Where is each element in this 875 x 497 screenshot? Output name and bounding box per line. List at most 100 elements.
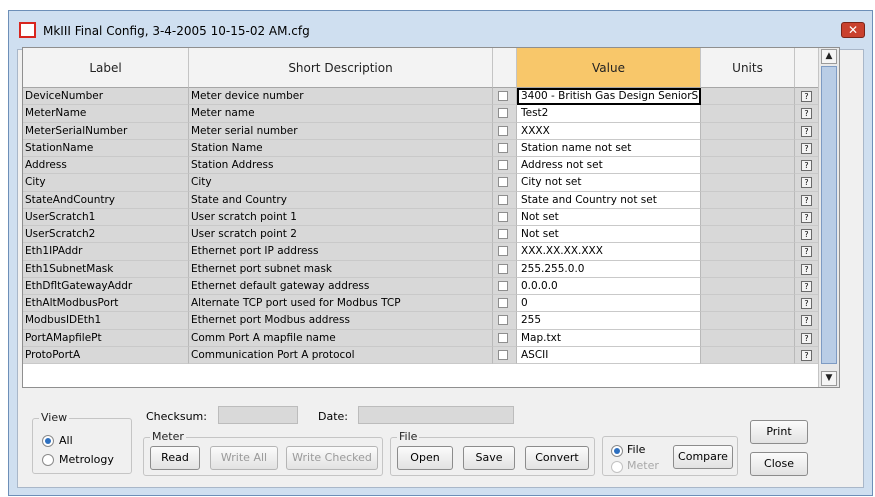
table-row[interactable]: DeviceNumber Meter device number 3400 - Br… [23,88,819,106]
row-value[interactable]: Station name not set [517,139,701,157]
help-icon[interactable]: ? [801,315,812,327]
row-checkbox-cell [493,191,517,209]
row-help-cell: ? [795,277,819,295]
scroll-down-arrow-icon[interactable]: ▼ [821,371,837,386]
row-value[interactable]: State and Country not set [517,191,701,209]
table-row[interactable]: UserScratch2 User scratch point 2 Not set? [23,226,819,244]
help-icon[interactable]: ? [801,125,812,137]
row-checkbox-cell [493,226,517,244]
row-checkbox[interactable] [498,246,508,257]
row-checkbox[interactable] [498,349,508,360]
table-row[interactable]: ProtoPortA Communication Port A protocol A… [23,346,819,364]
help-icon[interactable]: ? [801,229,812,240]
table-row[interactable]: EthDfltGatewayAddr Ethernet default gatew… [23,277,819,295]
write-checked-button[interactable]: Write Checked [286,446,378,470]
column-header-value[interactable]: Value [517,48,701,88]
read-button[interactable]: Read [150,446,200,470]
grid-scrollbar[interactable]: ▲ ▼ [818,48,839,387]
row-checkbox[interactable] [498,194,508,205]
table-row[interactable]: StateAndCountry State and Country State an… [23,191,819,209]
row-checkbox[interactable] [498,315,508,326]
row-label: ProtoPortA [23,346,189,364]
row-value[interactable]: Map.txt [517,329,701,347]
table-row[interactable]: City City City not set? [23,174,819,192]
table-row[interactable]: PortAMapfilePt Comm Port A mapfile name Ma… [23,329,819,347]
close-button[interactable]: Close [750,452,808,476]
help-icon[interactable]: ? [801,142,812,154]
help-icon[interactable]: ? [801,246,812,258]
help-icon[interactable]: ? [801,349,812,361]
help-icon[interactable]: ? [801,108,812,120]
row-checkbox[interactable] [498,298,508,308]
close-window-button[interactable]: ✕ [841,22,865,38]
row-checkbox[interactable] [498,332,508,343]
help-icon[interactable]: ? [801,280,812,292]
help-icon[interactable]: ? [801,160,812,171]
row-description: Station Address [189,157,493,175]
row-value[interactable]: 0.0.0.0 [517,277,701,295]
compare-button[interactable]: Compare [673,445,733,469]
row-checkbox-cell [493,139,517,157]
row-description: User scratch point 2 [189,226,493,244]
row-checkbox[interactable] [498,263,508,274]
row-value[interactable]: Not set [517,226,701,244]
compare-file-radio[interactable] [611,445,623,457]
row-value[interactable]: 255.255.0.0 [517,260,701,278]
row-units [701,191,795,209]
scrollbar-thumb[interactable] [821,66,837,364]
table-row[interactable]: Address Station Address Address not set? [23,157,819,175]
write-all-button[interactable]: Write All [210,446,278,470]
help-icon[interactable]: ? [801,211,812,223]
row-checkbox-cell [493,105,517,123]
row-checkbox[interactable] [498,229,508,239]
row-checkbox[interactable] [498,142,508,153]
help-icon[interactable]: ? [801,298,812,309]
row-value[interactable]: Address not set [517,157,701,175]
row-value[interactable]: XXXX [517,122,701,140]
help-icon[interactable]: ? [801,91,812,102]
row-checkbox[interactable] [498,211,508,222]
save-button[interactable]: Save [463,446,515,470]
compare-meter-radio[interactable] [611,461,623,473]
column-header-label[interactable]: Label [23,48,189,88]
help-icon[interactable]: ? [801,263,812,275]
scroll-up-arrow-icon[interactable]: ▲ [821,49,837,64]
table-row[interactable]: EthAltModbusPort Alternate TCP port used … [23,295,819,313]
view-group: View All Metrology [32,411,132,474]
column-header-check[interactable] [493,48,517,88]
view-all-radio[interactable] [42,435,54,447]
help-icon[interactable]: ? [801,177,812,189]
row-checkbox[interactable] [498,125,508,136]
row-checkbox[interactable] [498,280,508,291]
help-icon[interactable]: ? [801,194,812,206]
table-row[interactable]: ModbusIDEth1 Ethernet port Modbus address… [23,312,819,330]
row-value[interactable]: XXX.XX.XX.XXX [517,243,701,261]
table-row[interactable]: MeterName Meter name Test2? [23,105,819,123]
row-value[interactable]: Not set [517,208,701,226]
row-help-cell: ? [795,312,819,330]
row-checkbox[interactable] [498,160,508,170]
column-header-units[interactable]: Units [701,48,795,88]
column-header-short-description[interactable]: Short Description [189,48,493,88]
table-row[interactable]: UserScratch1 User scratch point 1 Not set? [23,208,819,226]
row-checkbox[interactable] [498,91,508,101]
row-value[interactable]: City not set [517,174,701,192]
print-button[interactable]: Print [750,420,808,444]
help-icon[interactable]: ? [801,332,812,344]
table-row[interactable]: StationName Station Name Station name not … [23,139,819,157]
table-row[interactable]: MeterSerialNumber Meter serial number XXXX… [23,122,819,140]
view-metrology-radio[interactable] [42,454,54,466]
row-value[interactable]: Test2 [517,105,701,123]
compare-group: File Meter Compare [602,436,738,476]
title-bar[interactable]: MkIII Final Config, 3-4-2005 10-15-02 AM… [9,11,872,47]
row-value[interactable]: 0 [517,295,701,313]
open-button[interactable]: Open [397,446,453,470]
convert-button[interactable]: Convert [525,446,589,470]
row-checkbox[interactable] [498,108,508,119]
table-row[interactable]: Eth1SubnetMask Ethernet port subnet mask 2… [23,260,819,278]
row-value[interactable]: ASCII [517,346,701,364]
row-value[interactable]: 3400 - British Gas Design SeniorS [517,88,701,106]
row-value[interactable]: 255 [517,312,701,330]
table-row[interactable]: Eth1IPAddr Ethernet port IP address XXX.XX… [23,243,819,261]
row-checkbox[interactable] [498,177,508,188]
